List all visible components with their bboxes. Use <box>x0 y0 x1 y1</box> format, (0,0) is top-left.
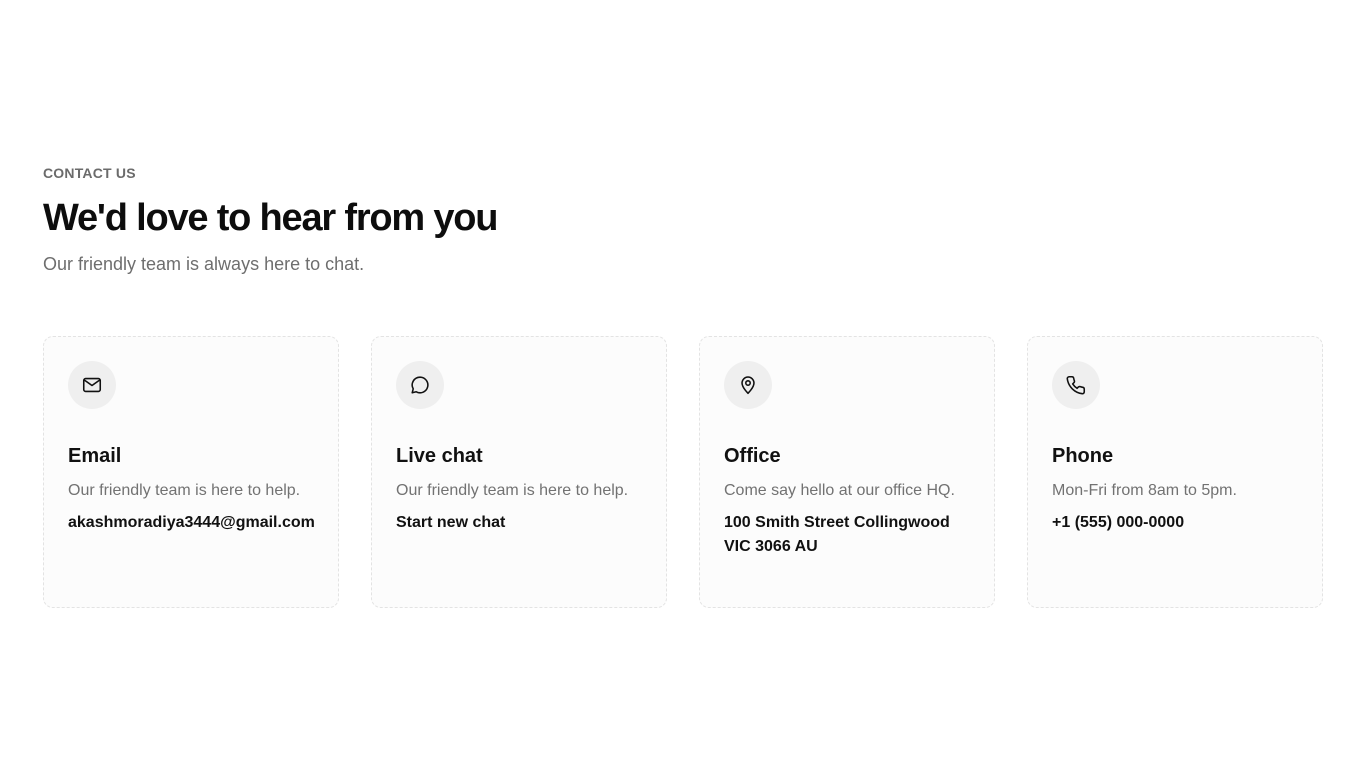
contact-cards: Email Our friendly team is here to help.… <box>43 336 1323 608</box>
page-subtitle: Our friendly team is always here to chat… <box>43 254 365 274</box>
email-link[interactable]: akashmoradiya3444@gmail.com <box>68 511 315 535</box>
section-eyebrow: CONTACT US <box>43 165 136 181</box>
mail-icon <box>68 361 116 409</box>
phone-card-description: Mon-Fri from 8am to 5pm. <box>1052 482 1237 499</box>
office-card-title: Office <box>724 445 781 467</box>
office-card: Office Come say hello at our office HQ. … <box>699 336 995 608</box>
contact-section: CONTACT US We'd love to hear from you Ou… <box>43 164 1323 608</box>
page-title: We'd love to hear from you <box>43 197 499 239</box>
phone-card-title: Phone <box>1052 445 1114 467</box>
map-pin-icon <box>724 361 772 409</box>
live-chat-card: Live chat Our friendly team is here to h… <box>371 336 667 608</box>
email-card-title: Email <box>68 445 122 467</box>
phone-card: Phone Mon-Fri from 8am to 5pm. +1 (555) … <box>1027 336 1323 608</box>
live-chat-card-description: Our friendly team is here to help. <box>396 482 629 499</box>
email-card-description: Our friendly team is here to help. <box>68 482 301 499</box>
office-address-link[interactable]: 100 Smith Street Collingwood VIC 3066 AU <box>724 511 970 559</box>
live-chat-card-title: Live chat <box>396 445 483 467</box>
start-new-chat-link[interactable]: Start new chat <box>396 511 642 535</box>
phone-number-link[interactable]: +1 (555) 000-0000 <box>1052 511 1298 535</box>
chat-bubble-icon <box>396 361 444 409</box>
email-card: Email Our friendly team is here to help.… <box>43 336 339 608</box>
phone-icon <box>1052 361 1100 409</box>
office-card-description: Come say hello at our office HQ. <box>724 482 955 499</box>
